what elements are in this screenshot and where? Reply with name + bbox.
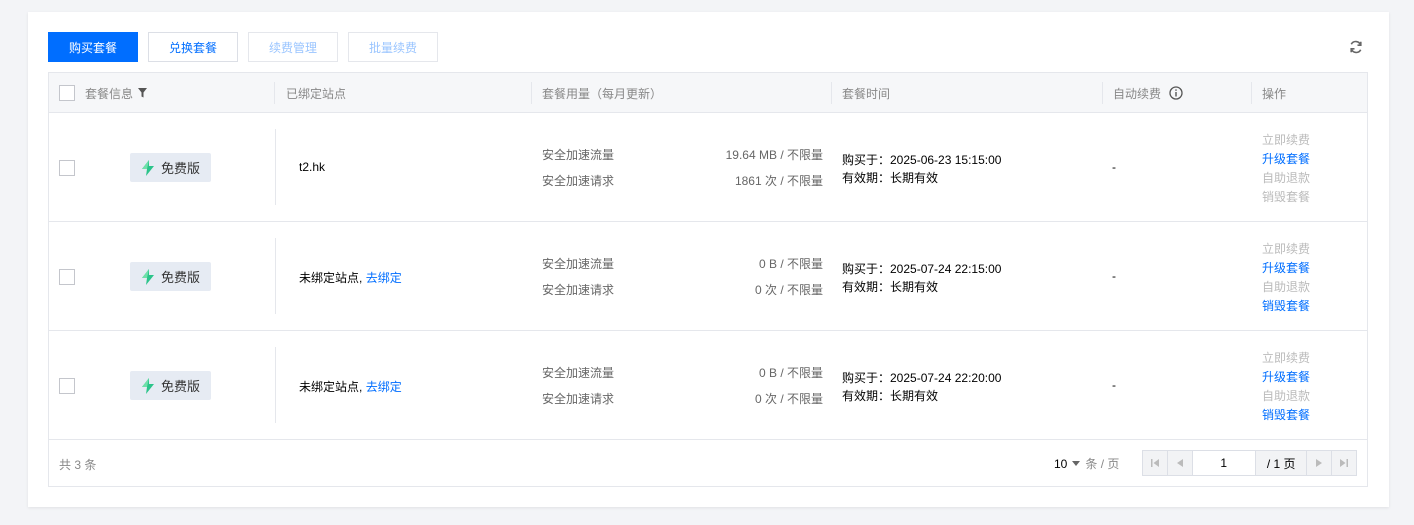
package-card: 购买套餐 兑换套餐 续费管理 批量续费 套餐信息 已绑定站点 套餐用量（每月更新… — [28, 12, 1389, 507]
destroy-package-link[interactable]: 销毁套餐 — [1262, 297, 1310, 314]
lightning-icon — [141, 377, 154, 394]
batch-renew-button[interactable]: 批量续费 — [348, 32, 438, 62]
traffic-label: 安全加速流量 — [542, 257, 615, 271]
bind-site-link[interactable]: 去绑定 — [366, 380, 402, 394]
plan-name: 免费版 — [160, 270, 200, 285]
last-page-icon — [1340, 459, 1349, 467]
lightning-icon — [141, 268, 154, 285]
traffic-label: 安全加速流量 — [542, 148, 615, 162]
table-row: 免费版 未绑定站点, 去绑定 安全加速流量 0 B / 不限量 安全加速请求 0… — [49, 331, 1367, 440]
filter-icon[interactable] — [138, 88, 148, 98]
bound-site-text: 未绑定站点, — [299, 380, 363, 394]
requests-value: 0 次 / 不限量 — [754, 283, 823, 297]
requests-label: 安全加速请求 — [542, 283, 615, 297]
exchange-package-button[interactable]: 兑换套餐 — [148, 32, 238, 62]
self-refund-link[interactable]: 自助退款 — [1262, 169, 1310, 186]
auto-renew-value: - — [1112, 378, 1116, 392]
destroy-package-link[interactable]: 销毁套餐 — [1262, 406, 1310, 423]
next-page-button[interactable] — [1306, 451, 1332, 475]
prev-page-button[interactable] — [1167, 451, 1193, 475]
renew-now-link[interactable]: 立即续费 — [1262, 349, 1310, 366]
column-header-package-info: 套餐信息 — [85, 86, 134, 101]
info-icon[interactable] — [1169, 86, 1183, 100]
table-header: 套餐信息 已绑定站点 套餐用量（每月更新） 套餐时间 自动续费 操作 — [49, 73, 1367, 113]
pagination: 1 / 1 页 — [1142, 450, 1357, 476]
traffic-value: 19.64 MB / 不限量 — [725, 148, 823, 162]
plan-badge: 免费版 — [130, 371, 211, 400]
requests-label: 安全加速请求 — [542, 392, 615, 406]
column-header-time: 套餐时间 — [842, 86, 891, 101]
purchase-time: 购买于：2025-07-24 22:20:00 — [842, 371, 1002, 385]
package-table: 套餐信息 已绑定站点 套餐用量（每月更新） 套餐时间 自动续费 操作 免费版 t… — [48, 72, 1368, 487]
upgrade-package-link[interactable]: 升级套餐 — [1262, 150, 1310, 167]
chevron-right-icon — [1316, 459, 1323, 467]
renew-now-link[interactable]: 立即续费 — [1262, 240, 1310, 257]
plan-badge: 免费版 — [130, 153, 211, 182]
page-input[interactable]: 1 — [1193, 451, 1256, 475]
requests-label: 安全加速请求 — [542, 174, 615, 188]
auto-renew-value: - — [1112, 269, 1116, 283]
plan-name: 免费版 — [160, 161, 200, 176]
bind-site-link[interactable]: 去绑定 — [366, 271, 402, 285]
traffic-label: 安全加速流量 — [542, 366, 615, 380]
total-count: 共 3 条 — [59, 458, 97, 472]
upgrade-package-link[interactable]: 升级套餐 — [1262, 368, 1310, 385]
traffic-value: 0 B / 不限量 — [758, 257, 823, 271]
buy-package-button[interactable]: 购买套餐 — [48, 32, 138, 62]
page-size-select[interactable]: 10 条 / 页 — [1054, 455, 1119, 472]
destroy-package-link[interactable]: 销毁套餐 — [1262, 188, 1310, 205]
first-page-icon — [1150, 459, 1159, 467]
refresh-icon[interactable] — [1347, 38, 1365, 56]
purchase-time: 购买于：2025-07-24 22:15:00 — [842, 262, 1002, 276]
first-page-button[interactable] — [1143, 451, 1168, 475]
purchase-time: 购买于：2025-06-23 15:15:00 — [842, 153, 1002, 167]
table-row: 免费版 t2.hk 安全加速流量 19.64 MB / 不限量 安全加速请求 1… — [49, 113, 1367, 222]
requests-value: 1861 次 / 不限量 — [734, 174, 823, 188]
table-row: 免费版 未绑定站点, 去绑定 安全加速流量 0 B / 不限量 安全加速请求 0… — [49, 222, 1367, 331]
row-checkbox[interactable] — [59, 269, 75, 285]
requests-value: 0 次 / 不限量 — [754, 392, 823, 406]
table-footer: 共 3 条 10 条 / 页 1 / 1 页 — [49, 440, 1367, 486]
plan-badge: 免费版 — [130, 262, 211, 291]
bound-site-text: 未绑定站点, — [299, 271, 363, 285]
last-page-button[interactable] — [1331, 451, 1356, 475]
total-pages: / 1 页 — [1255, 451, 1307, 475]
row-checkbox[interactable] — [59, 378, 75, 394]
lightning-icon — [141, 159, 154, 176]
traffic-value: 0 B / 不限量 — [758, 366, 823, 380]
caret-down-icon — [1072, 461, 1081, 466]
validity: 有效期：长期有效 — [842, 171, 939, 185]
column-header-auto-renew: 自动续费 — [1113, 86, 1162, 101]
upgrade-package-link[interactable]: 升级套餐 — [1262, 259, 1310, 276]
page-size-unit: 条 / 页 — [1085, 457, 1120, 471]
plan-name: 免费版 — [160, 379, 200, 394]
renewal-management-button[interactable]: 续费管理 — [248, 32, 338, 62]
validity: 有效期：长期有效 — [842, 280, 939, 294]
self-refund-link[interactable]: 自助退款 — [1262, 278, 1310, 295]
auto-renew-value: - — [1112, 160, 1116, 174]
self-refund-link[interactable]: 自助退款 — [1262, 387, 1310, 404]
column-header-usage: 套餐用量（每月更新） — [542, 86, 663, 101]
column-header-actions: 操作 — [1262, 86, 1287, 101]
renew-now-link[interactable]: 立即续费 — [1262, 131, 1310, 148]
bound-site-text: t2.hk — [299, 160, 326, 174]
select-all-checkbox[interactable] — [59, 85, 75, 101]
row-checkbox[interactable] — [59, 160, 75, 176]
column-header-bound-site: 已绑定站点 — [286, 86, 347, 101]
chevron-left-icon — [1176, 459, 1183, 467]
page-size-value: 10 — [1054, 456, 1068, 471]
validity: 有效期：长期有效 — [842, 389, 939, 403]
